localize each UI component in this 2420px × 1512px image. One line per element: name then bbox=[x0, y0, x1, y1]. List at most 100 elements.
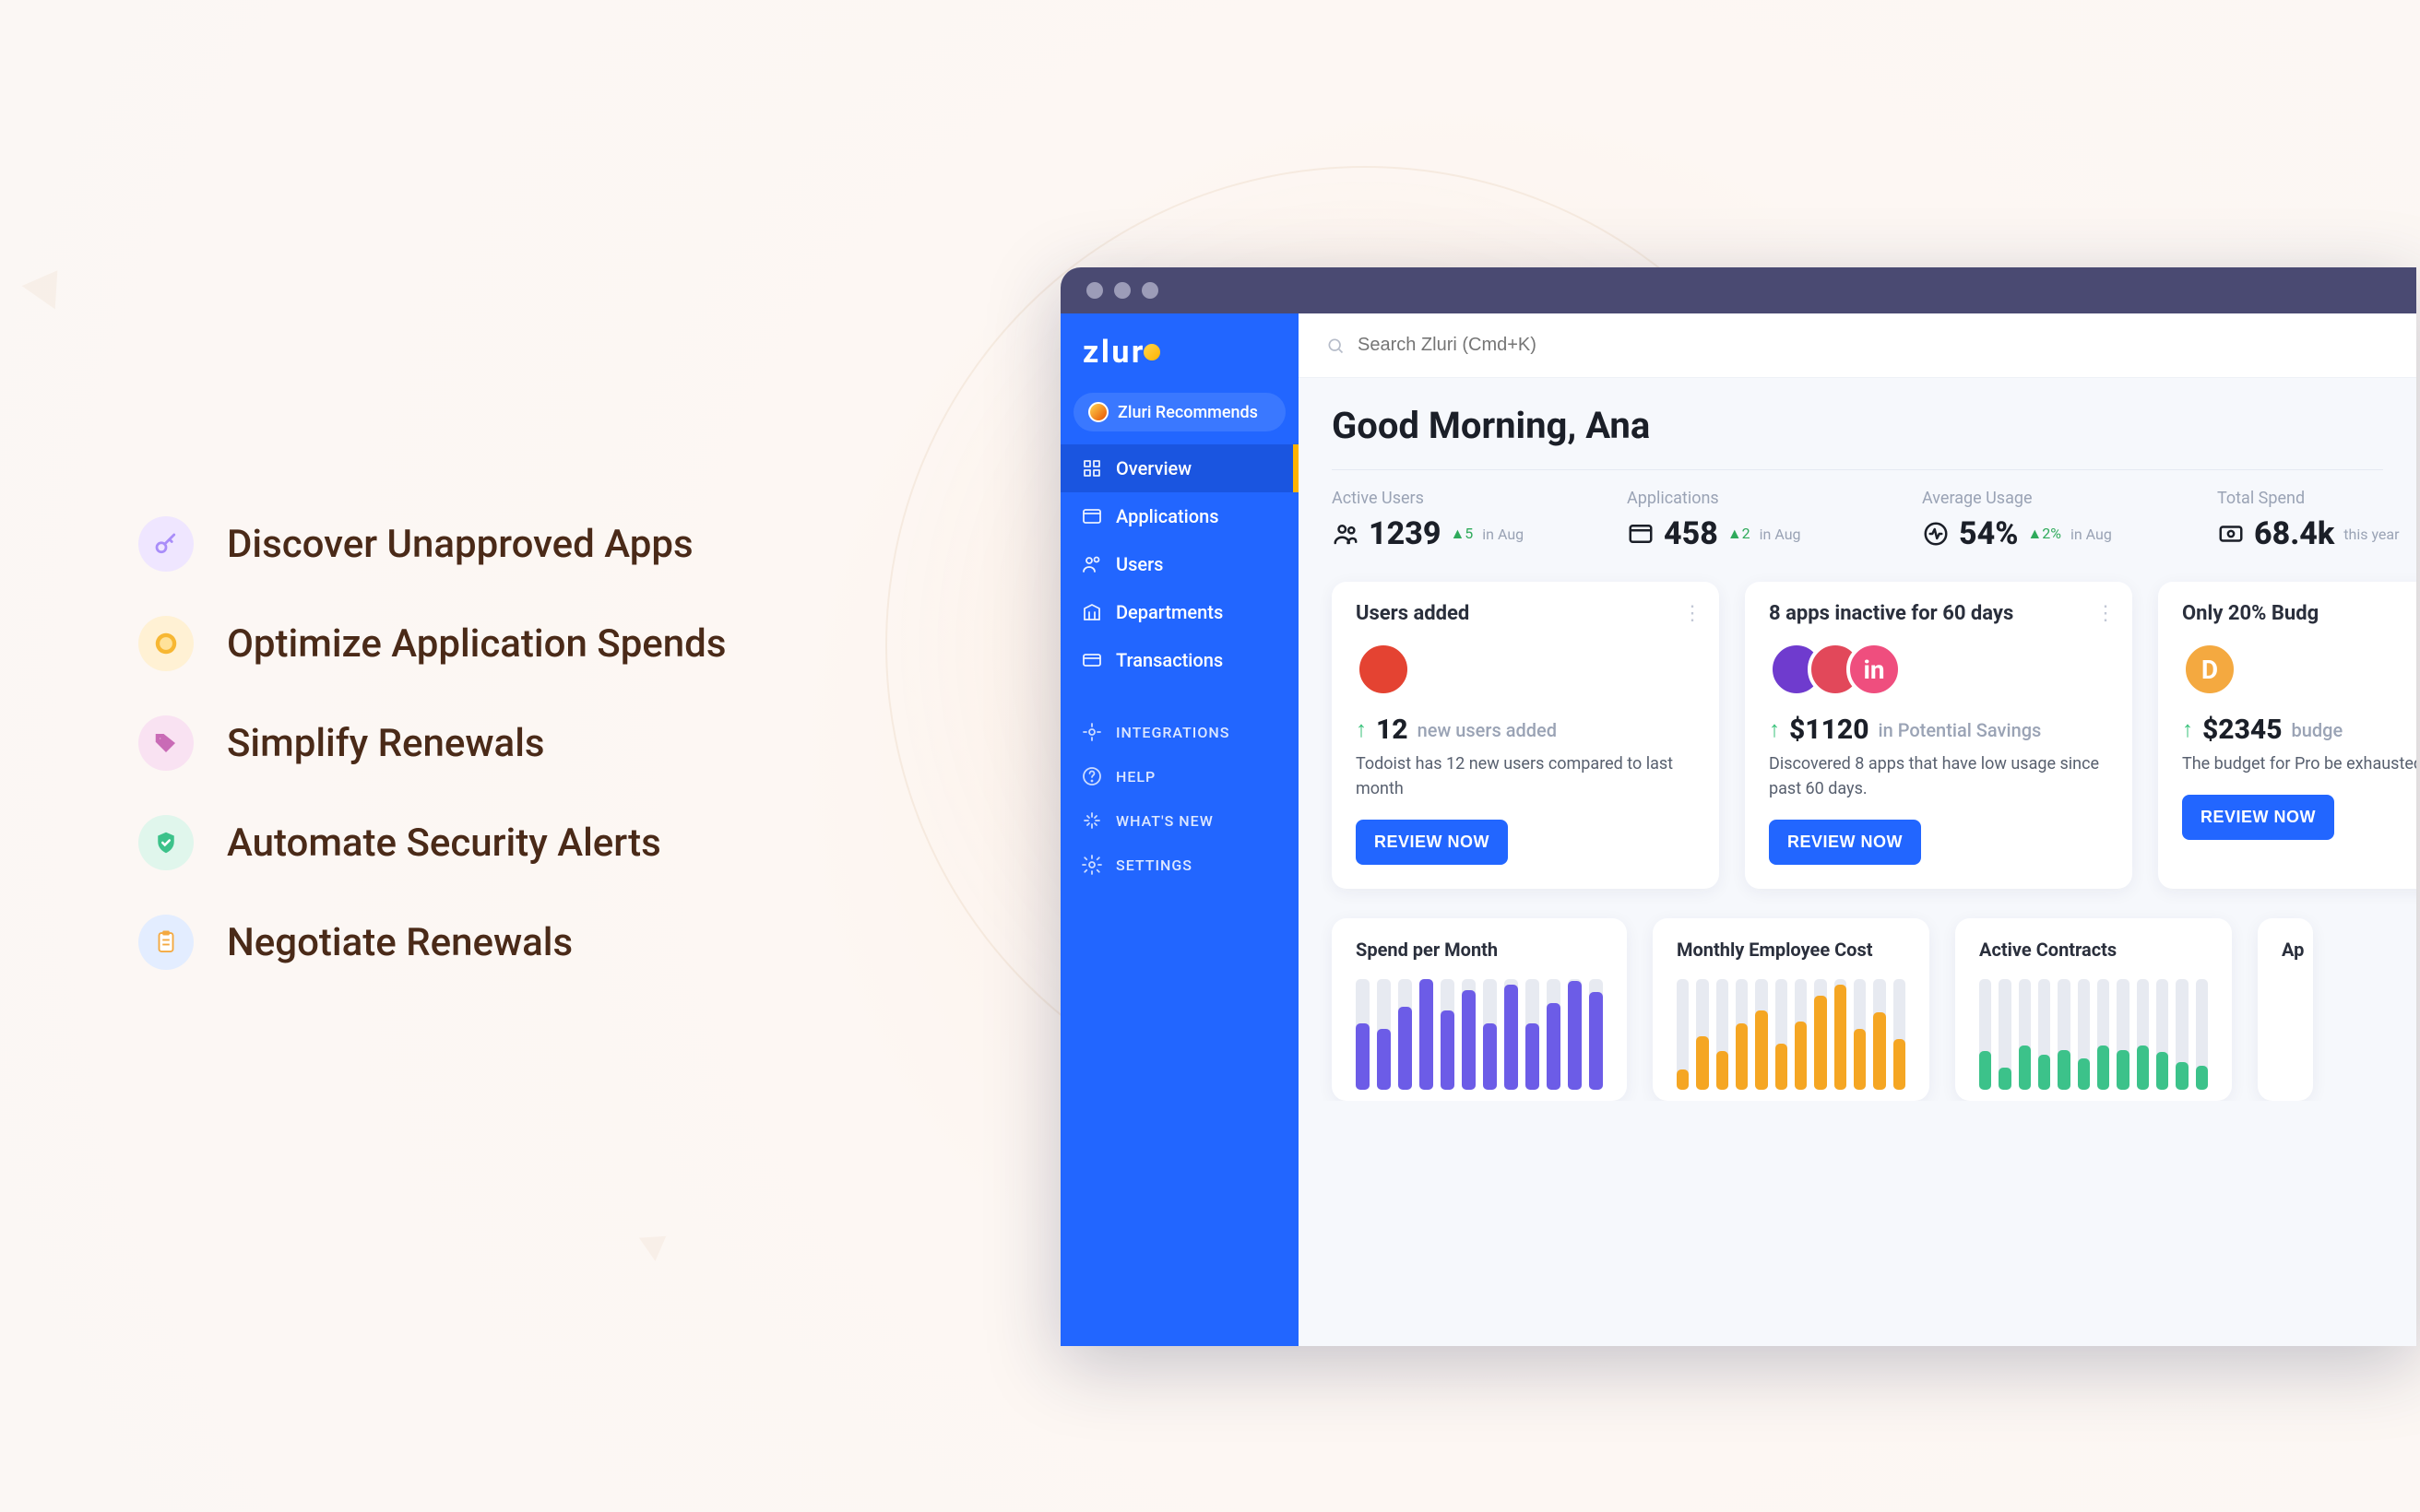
chart-card: Spend per Month bbox=[1332, 918, 1627, 1101]
app-badge: in bbox=[1846, 642, 1902, 697]
sidebar-item-label: INTEGRATIONS bbox=[1116, 724, 1229, 741]
kpi-period: in Aug bbox=[2070, 526, 2112, 543]
chart-bar bbox=[2019, 979, 2031, 1090]
app-window: zlur Zluri Recommends Overview Applicatio… bbox=[1061, 267, 2416, 1346]
card-title: Only 20% Budg bbox=[2182, 602, 2416, 625]
chart-bar bbox=[1736, 979, 1748, 1090]
kpi-active-users: Active Users1239▲5in Aug bbox=[1332, 489, 1544, 552]
card-metric: $2345 bbox=[2202, 714, 2283, 746]
help-icon bbox=[1081, 765, 1103, 787]
insight-card: ⋮Only 20% BudgD↑$2345 budgeThe budget fo… bbox=[2158, 582, 2416, 889]
clipboard-icon bbox=[138, 915, 194, 970]
window-control-dot bbox=[1086, 282, 1103, 299]
recommends-pill[interactable]: Zluri Recommends bbox=[1074, 393, 1286, 431]
sidebar: zlur Zluri Recommends Overview Applicatio… bbox=[1061, 313, 1299, 1346]
kpi-value: 1239 bbox=[1369, 515, 1441, 552]
kpi-delta: ▲5 bbox=[1450, 525, 1473, 543]
app-badge: D bbox=[2182, 642, 2237, 697]
card-desc: The budget for Pro be exhausted by N bbox=[2182, 751, 2416, 776]
key-icon bbox=[138, 516, 194, 572]
card-icon bbox=[1081, 649, 1103, 671]
cards-row: ⋮Users added↑12 new users addedTodoist h… bbox=[1332, 582, 2383, 889]
chart-card: Active Contracts bbox=[1955, 918, 2232, 1101]
recommends-label: Zluri Recommends bbox=[1118, 403, 1258, 422]
card-title: 8 apps inactive for 60 days bbox=[1769, 602, 2108, 625]
sidebar-item-label: Overview bbox=[1116, 457, 1192, 479]
card-metric-sub: in Potential Savings bbox=[1879, 719, 2042, 741]
sidebar-item-label: Applications bbox=[1116, 505, 1219, 527]
kpi-value: 458 bbox=[1664, 515, 1718, 552]
money-icon bbox=[2217, 520, 2245, 548]
sidebar-item-users[interactable]: Users bbox=[1061, 540, 1299, 588]
chart-bar bbox=[1755, 979, 1767, 1090]
feature-item: Negotiate Renewals bbox=[138, 915, 726, 970]
chart-bar bbox=[1893, 979, 1905, 1090]
kpi-label: Applications bbox=[1627, 489, 1839, 508]
kpi-value: 68.4k bbox=[2254, 515, 2334, 552]
chart-bar bbox=[1525, 979, 1539, 1090]
window-title-bar bbox=[1061, 267, 2416, 313]
insight-card: ⋮8 apps inactive for 60 daysin↑$1120 in … bbox=[1745, 582, 2132, 889]
chart-bar bbox=[1677, 979, 1689, 1090]
feature-label: Discover Unapproved Apps bbox=[227, 522, 694, 567]
sidebar-item-what-s-new[interactable]: WHAT'S NEW bbox=[1061, 798, 1299, 843]
chart-bar bbox=[2117, 979, 2129, 1090]
card-desc: Discovered 8 apps that have low usage si… bbox=[1769, 751, 2108, 801]
card-menu-icon[interactable]: ⋮ bbox=[2095, 602, 2114, 625]
sidebar-item-integrations[interactable]: INTEGRATIONS bbox=[1061, 710, 1299, 754]
pulse-icon bbox=[1922, 520, 1950, 548]
chart-bar bbox=[1377, 979, 1391, 1090]
kpi-period: in Aug bbox=[1482, 526, 1524, 543]
sparkle-icon bbox=[1081, 809, 1103, 832]
sidebar-item-label: SETTINGS bbox=[1116, 856, 1192, 874]
chart-bar bbox=[2058, 979, 2070, 1090]
brand-logo: zlur bbox=[1061, 313, 1299, 387]
chart-bar bbox=[2196, 979, 2208, 1090]
sidebar-item-transactions[interactable]: Transactions bbox=[1061, 636, 1299, 684]
feature-label: Automate Security Alerts bbox=[227, 821, 661, 866]
chart-bar bbox=[1814, 979, 1826, 1090]
kpi-delta: ▲2 bbox=[1727, 525, 1750, 543]
chart-bar bbox=[1356, 979, 1370, 1090]
sidebar-item-label: HELP bbox=[1116, 768, 1156, 786]
card-menu-icon[interactable]: ⋮ bbox=[1682, 602, 1701, 625]
kpi-total-spend: Total Spend68.4kthis year bbox=[2217, 489, 2416, 552]
tag-icon bbox=[138, 715, 194, 771]
sidebar-item-settings[interactable]: SETTINGS bbox=[1061, 843, 1299, 887]
chart-bar bbox=[2097, 979, 2109, 1090]
feature-item: Automate Security Alerts bbox=[138, 815, 726, 870]
chart-bar bbox=[1834, 979, 1846, 1090]
chart-bar bbox=[2156, 979, 2168, 1090]
sidebar-item-applications[interactable]: Applications bbox=[1061, 492, 1299, 540]
users-icon bbox=[1081, 553, 1103, 575]
chart-bar bbox=[1854, 979, 1866, 1090]
card-metric-sub: new users added bbox=[1418, 719, 1557, 741]
window-icon bbox=[1081, 505, 1103, 527]
shield-icon bbox=[138, 815, 194, 870]
sidebar-item-overview[interactable]: Overview bbox=[1061, 444, 1299, 492]
card-title: Users added bbox=[1356, 602, 1695, 625]
kpi-row: Active Users1239▲5in AugApplications458▲… bbox=[1332, 489, 2383, 552]
insight-card: ⋮Users added↑12 new users addedTodoist h… bbox=[1332, 582, 1719, 889]
window-control-dot bbox=[1142, 282, 1158, 299]
chart-title: Spend per Month bbox=[1356, 939, 1603, 961]
chart-bar bbox=[1483, 979, 1497, 1090]
people-icon bbox=[1332, 520, 1359, 548]
chart-bar bbox=[2137, 979, 2149, 1090]
review-button[interactable]: REVIEW NOW bbox=[1769, 820, 1921, 865]
apps-icon bbox=[1627, 520, 1655, 548]
chart-bar bbox=[2176, 979, 2188, 1090]
page-greeting: Good Morning, Ana bbox=[1332, 404, 2383, 447]
review-button[interactable]: REVIEW NOW bbox=[2182, 795, 2334, 840]
plug-icon bbox=[1081, 721, 1103, 743]
coin-icon bbox=[138, 616, 194, 671]
review-button[interactable]: REVIEW NOW bbox=[1356, 820, 1508, 865]
sidebar-item-departments[interactable]: Departments bbox=[1061, 588, 1299, 636]
chart-bar bbox=[1504, 979, 1518, 1090]
chart-bar bbox=[1873, 979, 1885, 1090]
search-input[interactable] bbox=[1358, 335, 2389, 356]
chart-bar bbox=[1462, 979, 1476, 1090]
chart-bar bbox=[2078, 979, 2090, 1090]
sidebar-item-help[interactable]: HELP bbox=[1061, 754, 1299, 798]
chart-title: Ap bbox=[2282, 939, 2289, 961]
